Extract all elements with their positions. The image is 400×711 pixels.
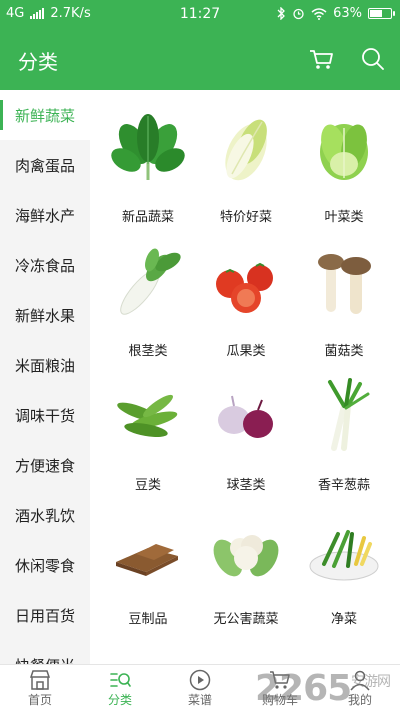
spinach-image (111, 114, 185, 180)
category-tile[interactable]: 根茎类 (100, 234, 196, 368)
page-title: 分类 (18, 50, 58, 74)
onion-image (218, 395, 273, 438)
category-tile[interactable]: 香辛葱蒜 (296, 368, 392, 502)
watermark: 2265 安游网 (255, 668, 391, 709)
sidebar-item-snacks[interactable]: 休闲零食 (0, 540, 90, 590)
category-tile[interactable]: 瓜果类 (198, 234, 294, 368)
category-icon (110, 672, 131, 687)
cauliflower-image (213, 535, 279, 577)
category-tile[interactable]: 菌菇类 (296, 234, 392, 368)
sidebar-item-grain-oil[interactable]: 米面粮油 (0, 340, 90, 390)
status-bar: 4G 2.7K/s 11:27 63% (0, 0, 400, 28)
search-button[interactable] (358, 44, 388, 74)
sidebar-item-instant-food[interactable]: 方便速食 (0, 440, 90, 490)
category-tile[interactable]: 球茎类 (198, 368, 294, 502)
sidebar-item-meat-eggs[interactable]: 肉禽蛋品 (0, 140, 90, 190)
nav-home[interactable]: 首页 (0, 665, 80, 711)
scallion-image (328, 378, 370, 451)
subcategory-grid: 新品蔬菜 特价好菜 叶菜类 根茎类 瓜果类 菌菇类 豆类 球茎类 香辛葱蒜 豆制… (100, 100, 396, 636)
sidebar-item-fresh-vegetables[interactable]: 新鲜蔬菜 (0, 90, 90, 140)
cart-icon (310, 50, 333, 69)
category-tile[interactable]: 豆制品 (100, 502, 196, 636)
sidebar-item-daily-goods[interactable]: 日用百货 (0, 590, 90, 640)
category-tile[interactable]: 叶菜类 (296, 100, 392, 234)
mushroom-image (318, 254, 371, 314)
category-tile[interactable]: 豆类 (100, 368, 196, 502)
edamame-image (117, 394, 178, 438)
category-tile[interactable]: 无公害蔬菜 (198, 502, 294, 636)
search-icon (362, 48, 384, 70)
category-tile[interactable]: 净菜 (296, 502, 392, 636)
sidebar-item-seasoning[interactable]: 调味干货 (0, 390, 90, 440)
napa-cabbage-image (225, 119, 267, 181)
nav-category[interactable]: 分类 (80, 665, 160, 711)
battery-icon (368, 8, 395, 19)
bluetooth-icon (277, 7, 286, 20)
wifi-icon (311, 7, 327, 20)
play-icon (189, 669, 211, 690)
sidebar-item-frozen-food[interactable]: 冷冻食品 (0, 240, 90, 290)
category-tile[interactable]: 新品蔬菜 (100, 100, 196, 234)
sidebar-item-fresh-fruit[interactable]: 新鲜水果 (0, 290, 90, 340)
alarm-icon (293, 8, 304, 20)
tomato-image (216, 262, 273, 313)
sidebar-item-fast-food[interactable]: 快餐便当 (0, 640, 90, 665)
battery-percent: 63% (333, 6, 362, 21)
vegetable-platter-image (309, 530, 379, 581)
lettuce-image (320, 124, 368, 180)
dried-tofu-image (116, 544, 178, 576)
category-tile[interactable]: 特价好菜 (198, 100, 294, 234)
shop-icon (29, 669, 51, 690)
sidebar-item-drinks[interactable]: 酒水乳饮 (0, 490, 90, 540)
app-header: 分类 (0, 28, 400, 90)
radish-image (120, 248, 181, 315)
category-sidebar[interactable]: 新鲜蔬菜 肉禽蛋品 海鲜水产 冷冻食品 新鲜水果 米面粮油 调味干货 方便速食 … (0, 90, 90, 664)
sidebar-item-seafood[interactable]: 海鲜水产 (0, 190, 90, 240)
cart-button[interactable] (306, 44, 336, 74)
nav-recipes[interactable]: 菜谱 (160, 665, 240, 711)
